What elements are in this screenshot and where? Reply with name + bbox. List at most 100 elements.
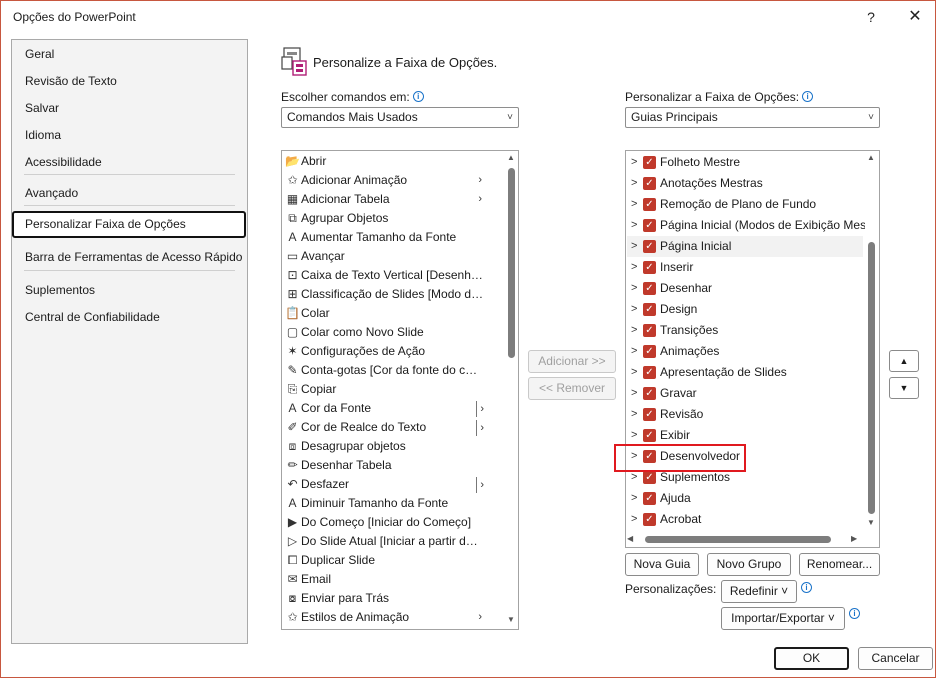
tab-checkbox[interactable]: ✓ [643,324,656,337]
tabs-scrollbar[interactable]: ▲ ▼ [865,152,877,530]
ribbon-tab-item[interactable]: > ✓ Design [627,299,863,320]
info-icon[interactable]: i [802,91,814,102]
info-icon[interactable]: i [801,582,812,593]
tab-checkbox[interactable]: ✓ [643,303,656,316]
nav-item-acessibilidade[interactable]: Acessibilidade [12,149,247,176]
ribbon-tab-item[interactable]: > ✓ Revisão [627,404,863,425]
command-list-item[interactable]: ↶ Desfazer › [283,475,504,494]
expand-chevron-icon[interactable]: > [631,362,637,383]
ribbon-tab-item[interactable]: > ✓ Remoção de Plano de Fundo [627,194,863,215]
expand-chevron-icon[interactable]: > [631,257,637,278]
scroll-down-arrow-icon[interactable]: ▼ [865,517,877,529]
ribbon-tab-item[interactable]: > ✓ Inserir [627,257,863,278]
ribbon-tab-item[interactable]: > ✓ Folheto Mestre [627,152,863,173]
command-list-item[interactable]: A Aumentar Tamanho da Fonte [283,228,504,247]
command-list-item[interactable]: ✩ Estilos de Animação › [283,608,504,627]
ribbon-tab-item[interactable]: > ✓ Exibir [627,425,863,446]
nav-item-idioma[interactable]: Idioma [12,122,247,149]
command-list-item[interactable]: ✩ Adicionar Animação › [283,171,504,190]
ribbon-tab-item[interactable]: > ✓ Transições [627,320,863,341]
command-list-item[interactable]: ⧇ Enviar para Trás [283,589,504,608]
command-list-item[interactable]: ▷ Do Slide Atual [Iniciar a partir d… [283,532,504,551]
ribbon-tab-item[interactable]: > ✓ Acrobat [627,509,863,530]
ribbon-tab-item[interactable]: > ✓ Página Inicial (Modos de Exibição Mest [627,215,869,236]
move-up-button[interactable]: ▲ [889,350,919,372]
choose-commands-combo[interactable]: Comandos Mais Usados ˅ [281,107,519,128]
nav-item-suplementos[interactable]: Suplementos [12,277,247,304]
command-list-item[interactable]: ▶ Do Começo [Iniciar do Começo] [283,513,504,532]
expand-chevron-icon[interactable]: > [631,509,637,530]
tab-checkbox[interactable]: ✓ [643,261,656,274]
remove-button[interactable]: << Remover [528,377,616,400]
scroll-thumb[interactable] [645,536,831,543]
scroll-up-arrow-icon[interactable]: ▲ [865,152,877,164]
nav-item-salvar[interactable]: Salvar [12,95,247,122]
command-list-item[interactable]: ▢ Colar como Novo Slide [283,323,504,342]
command-list-item[interactable]: ✶ Configurações de Ação [283,342,504,361]
command-list-item[interactable]: A Cor da Fonte › [283,399,504,418]
command-list-item[interactable]: ⧉ Agrupar Objetos [283,209,504,228]
expand-chevron-icon[interactable]: > [631,152,637,173]
commands-list[interactable]: 📂 Abrir ✩ Adicionar Animação › ▦ Adicionar Tab… [281,150,519,630]
tab-checkbox[interactable]: ✓ [643,219,656,232]
expand-chevron-icon[interactable]: > [631,425,637,446]
nav-item-central-confiabilidade[interactable]: Central de Confiabilidade [12,304,247,331]
command-list-item[interactable]: A Diminuir Tamanho da Fonte [283,494,504,513]
command-list-item[interactable]: ✏ Desenhar Tabela [283,456,504,475]
split-arrow-icon[interactable]: › [476,401,484,417]
tab-checkbox[interactable]: ✓ [643,240,656,253]
ribbon-tab-item[interactable]: > ✓ Animações [627,341,863,362]
tab-checkbox[interactable]: ✓ [643,429,656,442]
scroll-up-arrow-icon[interactable]: ▲ [505,152,517,164]
command-list-item[interactable]: ▭ Avançar [283,247,504,266]
tab-checkbox[interactable]: ✓ [643,366,656,379]
command-list-item[interactable]: ✉ Email [283,570,504,589]
command-list-item[interactable]: ✎ Conta-gotas [Cor da fonte do c… [283,361,504,380]
ribbon-tab-item[interactable]: > ✓ Anotações Mestras [627,173,863,194]
tabs-horizontal-scrollbar[interactable]: ◀ ▶ [625,532,863,546]
tab-checkbox[interactable]: ✓ [643,387,656,400]
scroll-right-arrow-icon[interactable]: ▶ [851,532,857,546]
command-list-item[interactable]: 📂 Abrir [283,152,504,171]
ribbon-tab-item[interactable]: > ✓ Desenhar [627,278,863,299]
expand-chevron-icon[interactable]: > [631,236,637,257]
command-list-item[interactable]: 📋 Colar [283,304,504,323]
tab-checkbox[interactable]: ✓ [643,345,656,358]
add-button[interactable]: Adicionar >> [528,350,616,373]
expand-chevron-icon[interactable]: > [631,320,637,341]
nav-item-avancado[interactable]: Avançado [12,180,247,207]
command-list-item[interactable]: ⊡ Caixa de Texto Vertical [Desenh… [283,266,504,285]
tab-checkbox[interactable]: ✓ [643,408,656,421]
new-group-button[interactable]: Novo Grupo [707,553,791,576]
reset-button[interactable]: Redefinir ˅ [721,580,797,603]
help-button[interactable]: ? [859,6,883,28]
command-list-item[interactable]: ⧈ Desagrupar objetos [283,437,504,456]
ribbon-tab-item[interactable]: > ✓ Ajuda [627,488,863,509]
nav-item-barra-acesso-rapido[interactable]: Barra de Ferramentas de Acesso Rápido [12,244,247,271]
ribbon-tab-item[interactable]: > ✓ Gravar [627,383,863,404]
split-arrow-icon[interactable]: › [476,477,484,493]
command-list-item[interactable]: ⧠ Duplicar Slide [283,551,504,570]
scroll-thumb[interactable] [868,242,875,514]
import-export-button[interactable]: Importar/Exportar ˅ [721,607,845,630]
scroll-down-arrow-icon[interactable]: ▼ [505,614,517,626]
expand-chevron-icon[interactable]: > [631,404,637,425]
scroll-left-arrow-icon[interactable]: ◀ [627,532,633,546]
ribbon-tab-item[interactable]: > ✓ Apresentação de Slides [627,362,863,383]
ok-button[interactable]: OK [774,647,849,670]
expand-chevron-icon[interactable]: > [631,341,637,362]
command-list-item[interactable]: ▦ Adicionar Tabela › [283,190,504,209]
expand-chevron-icon[interactable]: > [631,194,637,215]
ribbon-tabs-tree[interactable]: > ✓ Folheto Mestre > ✓ Anotações Mestras > ✓ Rem… [625,150,880,548]
expand-chevron-icon[interactable]: > [631,173,637,194]
tab-checkbox[interactable]: ✓ [643,198,656,211]
command-list-item[interactable]: ⊞ Classificação de Slides [Modo d… [283,285,504,304]
tab-checkbox[interactable]: ✓ [643,492,656,505]
command-list-item[interactable]: ⎘ Copiar [283,380,504,399]
close-button[interactable]: ✕ [903,6,927,28]
command-list-item[interactable]: ✐ Cor de Realce do Texto › [283,418,504,437]
tab-checkbox[interactable]: ✓ [643,156,656,169]
split-arrow-icon[interactable]: › [476,420,484,436]
expand-chevron-icon[interactable]: > [631,383,637,404]
cancel-button[interactable]: Cancelar [858,647,933,670]
